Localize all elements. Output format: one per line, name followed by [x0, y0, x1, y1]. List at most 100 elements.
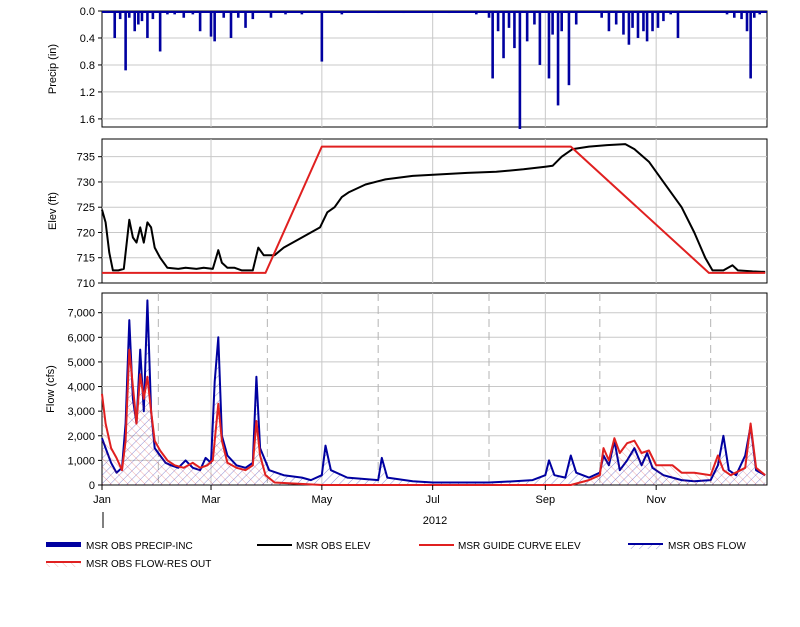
precip-bar	[662, 11, 665, 22]
precip-bar	[513, 11, 516, 49]
precip-bar	[251, 11, 255, 20]
precip-bar	[547, 11, 551, 79]
legend-entry: MSR OBS ELEV	[257, 541, 371, 552]
x-tick-label: Jul	[426, 494, 440, 506]
precip-bar	[560, 11, 563, 32]
precip-bar	[645, 11, 649, 42]
y-tick-label: 0.4	[80, 33, 95, 45]
precip-bar	[732, 11, 736, 18]
elev-axis-title: Elev (ft)	[47, 192, 59, 230]
precip-bar	[551, 11, 554, 35]
precip-bar	[749, 11, 752, 79]
y-tick-label: 0	[89, 480, 95, 492]
precip-bar	[118, 11, 122, 20]
precip-bar	[631, 11, 634, 28]
precip-bar	[213, 11, 216, 42]
precip-bar	[146, 11, 149, 38]
precip-bar	[525, 11, 529, 42]
x-axis: Jan Mar May Jul Sep Nov	[93, 485, 666, 506]
legend-label: MSR OBS FLOW	[668, 541, 746, 552]
precip-bar	[182, 11, 186, 18]
precip-bar	[669, 11, 673, 15]
hydrograph-chart: Precip (in) 0.0 0.4 0.8 1.2 1.6 Elev (ft) 71…	[45, 6, 768, 570]
precip-bar	[222, 11, 226, 18]
precip-bar	[376, 11, 380, 14]
x-tick-label: Nov	[646, 494, 666, 506]
precip-bar	[567, 11, 571, 86]
x-tick-label: Mar	[202, 494, 221, 506]
legend-entry: MSR GUIDE CURVE ELEV	[419, 541, 581, 552]
x-tick-label: Sep	[536, 494, 556, 506]
y-tick-label: 720	[77, 227, 95, 239]
precip-bar	[725, 11, 729, 15]
precip-bar	[627, 11, 631, 45]
precip-bar	[502, 11, 505, 59]
x-tick-label: May	[311, 494, 332, 506]
y-tick-label: 7,000	[67, 308, 95, 320]
precip-bar	[614, 11, 618, 25]
y-tick-label: 3,000	[67, 406, 95, 418]
precip-bar	[269, 11, 273, 18]
precip-bar	[758, 11, 762, 15]
precip-bar	[676, 11, 680, 38]
precip-bar	[656, 11, 660, 28]
y-tick-label: 1.2	[80, 87, 95, 99]
flow-plot-area	[101, 292, 768, 486]
precip-bar	[140, 11, 144, 22]
y-tick-label: 1,000	[67, 455, 95, 467]
y-tick-label: 6,000	[67, 332, 95, 344]
precip-axis-title: Precip (in)	[47, 44, 59, 94]
flow-panel: Flow (cfs) 0 1,000 2,000 3,000 4,000 5,000 6,0…	[45, 292, 768, 492]
precip-bar	[491, 11, 494, 79]
precip-bar	[158, 11, 162, 52]
precip-bar	[745, 11, 749, 32]
y-tick-label: 735	[77, 152, 95, 164]
x-tick-label: Jan	[93, 494, 111, 506]
precip-bar	[300, 11, 304, 15]
x-axis-title: 2012	[423, 515, 447, 527]
precip-bar	[127, 11, 131, 18]
precip-bar	[600, 11, 603, 18]
precip-plot-area	[101, 10, 768, 128]
precip-bar	[622, 11, 625, 35]
precip-bar	[518, 11, 522, 130]
precip-bar	[556, 11, 560, 106]
precip-bar	[538, 11, 542, 65]
legend-swatch	[46, 542, 81, 547]
precip-bar	[752, 11, 756, 18]
legend: MSR OBS PRECIP-INC MSR OBS ELEV MSR GUIDE …	[46, 541, 746, 570]
precip-bar	[198, 11, 202, 32]
precip-bar	[209, 11, 213, 37]
precip-bar	[284, 11, 287, 15]
legend-label: MSR OBS ELEV	[296, 541, 371, 552]
precip-bar	[474, 11, 478, 15]
elev-y-ticks: 710 715 720 725 730 735	[77, 152, 102, 290]
precip-bar	[113, 11, 117, 38]
precip-bar	[447, 11, 451, 14]
precip-bar	[244, 11, 247, 28]
elev-plot-area	[101, 138, 768, 284]
flow-y-ticks: 0 1,000 2,000 3,000 4,000 5,000 6,000 7,000	[67, 308, 102, 492]
precip-bar	[340, 11, 344, 15]
precip-bar	[229, 11, 233, 38]
legend-entry: MSR OBS FLOW-RES OUT	[46, 559, 211, 570]
y-tick-label: 715	[77, 253, 95, 265]
legend-entry: MSR OBS FLOW	[628, 541, 746, 552]
precip-bar	[320, 11, 324, 62]
precip-bar	[533, 11, 536, 25]
precip-bar	[106, 11, 109, 14]
precip-panel: Precip (in) 0.0 0.4 0.8 1.2 1.6	[47, 6, 768, 130]
y-tick-label: 710	[77, 278, 95, 290]
precip-bar	[487, 11, 491, 18]
elev-panel: Elev (ft) 710 715 720 725 730 735	[47, 138, 768, 290]
precip-bar	[124, 11, 127, 71]
precip-bar	[173, 11, 176, 15]
precip-bar	[651, 11, 654, 32]
precip-bar	[496, 11, 500, 32]
y-tick-label: 1.6	[80, 114, 95, 126]
precip-bar	[166, 11, 169, 15]
precip-bar	[236, 11, 240, 18]
y-tick-label: 0.0	[80, 6, 95, 18]
precip-bar	[151, 11, 155, 20]
precip-bar	[636, 11, 640, 38]
